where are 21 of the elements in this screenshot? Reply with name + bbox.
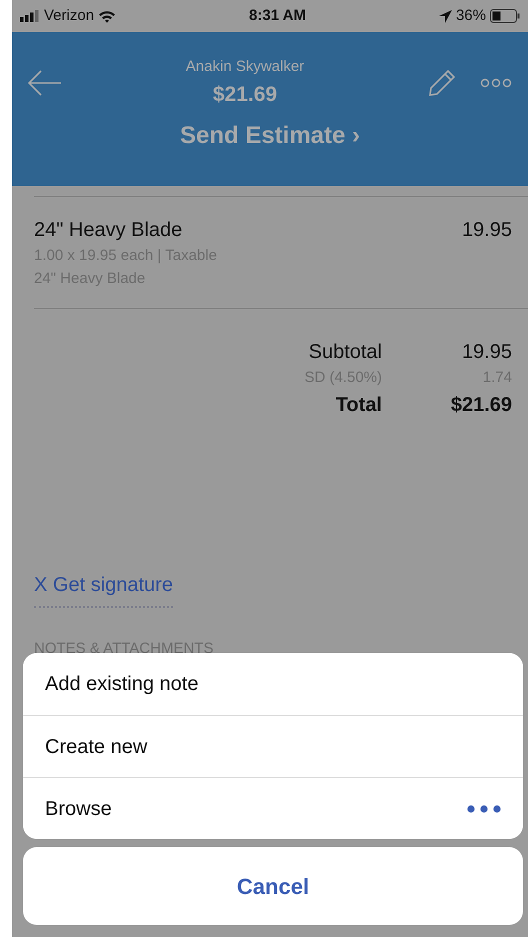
more-dots-icon	[467, 804, 501, 812]
customer-name: Anakin Skywalker	[186, 57, 304, 77]
wifi-icon	[98, 10, 116, 22]
clock-time: 8:31 AM	[249, 6, 306, 24]
location-arrow-icon	[438, 10, 452, 22]
back-arrow-icon[interactable]	[28, 70, 62, 96]
pencil-icon[interactable]	[428, 69, 456, 97]
total-label: Subtotal	[308, 340, 382, 365]
battery-percent: 36%	[456, 6, 486, 26]
cancel-button[interactable]: Cancel	[23, 847, 523, 925]
battery-icon	[490, 9, 520, 23]
item-name: 24" Heavy Blade	[34, 218, 182, 243]
item-amount: 19.95	[462, 218, 512, 243]
carrier-name: Verizon	[44, 6, 94, 26]
action-sheet-option[interactable]: Browse	[23, 777, 523, 839]
signal-icon	[20, 10, 40, 22]
total-label: Total	[334, 392, 382, 418]
more-icon[interactable]	[480, 78, 512, 88]
total-value: 19.95	[460, 340, 512, 365]
total-value: $21.69	[450, 392, 512, 418]
estimate-amount: $21.69	[212, 82, 278, 108]
